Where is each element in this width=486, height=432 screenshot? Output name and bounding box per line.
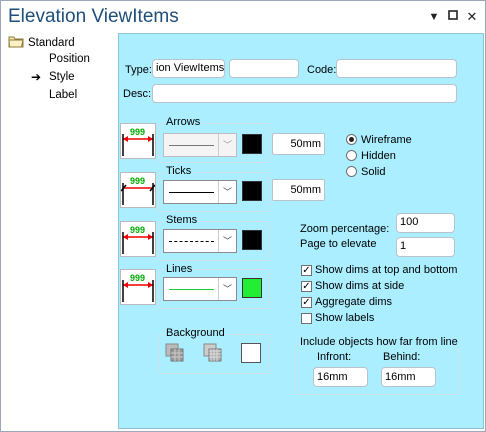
behind-label: Behind: [383,351,421,363]
page-input[interactable]: 1 [396,237,455,257]
window-title: Elevation ViewItems [8,6,179,27]
arrows-style-dropdown[interactable]: ﹀ [163,133,237,157]
code-input[interactable] [336,59,457,78]
lines-color-swatch[interactable] [242,278,262,298]
tree-view: Standard Position ➔ Style Label [2,33,116,429]
show-labels-label: Show labels [315,312,375,324]
checkbox-dims-side[interactable]: ✓ [301,281,312,292]
type-secondary-input[interactable] [229,59,299,78]
chevron-down-icon: ﹀ [218,230,236,252]
radio-wireframe[interactable] [346,134,357,145]
close-icon[interactable]: ✕ [465,10,479,24]
desc-label: Desc: [123,88,152,100]
include-group-title: Include objects how far from line [298,336,460,348]
tree-root-standard[interactable]: Standard [8,35,75,51]
type-input[interactable]: ion ViewItems [152,59,225,78]
infront-input[interactable]: 16mm [313,367,368,387]
background-pattern-icon[interactable] [165,343,185,363]
behind-input[interactable]: 16mm [381,367,436,387]
background-color-swatch[interactable] [241,343,261,363]
title-bar: Elevation ViewItems ▼ ✕ [1,1,484,33]
page-label: Page to elevate [300,238,377,250]
chevron-down-icon: ﹀ [218,134,236,156]
folder-icon [8,35,24,51]
ticks-preview-text: 999 [130,176,145,186]
dims-side-label: Show dims at side [315,280,405,292]
infront-label: Infront: [317,351,352,363]
tree-root-label: Standard [28,37,75,49]
code-label: Code: [307,64,337,76]
lines-preview: 999 [120,269,156,305]
stems-color-swatch[interactable] [242,230,262,250]
arrows-size-input[interactable]: 50mm [272,133,325,155]
arrows-color-swatch[interactable] [242,134,262,154]
stems-group-title: Stems [164,214,200,226]
zoom-label: Zoom percentage: [300,223,390,235]
dims-top-bottom-label: Show dims at top and bottom [315,264,458,276]
ticks-color-swatch[interactable] [242,181,262,201]
desc-input[interactable] [152,84,457,103]
tree-item-position[interactable]: Position [49,53,90,65]
zoom-input[interactable]: 100 [396,213,455,233]
radio-solid[interactable] [346,166,357,177]
checkbox-show-labels[interactable] [301,313,312,324]
aggregate-dims-label: Aggregate dims [315,296,393,308]
wireframe-label: Wireframe [361,134,412,146]
arrows-preview: 999 [120,123,156,159]
current-arrow-icon: ➔ [31,70,42,84]
lines-style-dropdown[interactable]: ﹀ [163,277,237,301]
arrows-group-title: Arrows [164,116,203,128]
solid-label: Solid [361,166,386,178]
background-hatch-icon[interactable] [203,343,223,363]
checkbox-aggregate-dims[interactable]: ✓ [301,297,312,308]
lines-group-title: Lines [164,263,195,275]
background-group-title: Background [164,327,227,339]
ticks-group-title: Ticks [164,165,194,177]
type-label: Type: [125,64,152,76]
ticks-preview: 999 [120,172,156,208]
arrows-preview-text: 999 [130,127,145,137]
stems-style-dropdown[interactable]: ﹀ [163,229,237,253]
ticks-style-dropdown[interactable]: ﹀ [163,180,237,204]
tree-item-label[interactable]: Label [49,89,77,101]
tree-item-style[interactable]: Style [49,71,75,83]
ticks-size-input[interactable]: 50mm [272,179,325,201]
chevron-down-icon: ﹀ [218,181,236,203]
dropdown-icon[interactable]: ▼ [427,10,441,24]
chevron-down-icon: ﹀ [218,278,236,300]
stems-preview: 999 [120,221,156,257]
hidden-label: Hidden [361,150,396,162]
lines-preview-text: 999 [130,273,145,283]
stems-preview-text: 999 [130,225,145,235]
radio-hidden[interactable] [346,150,357,161]
checkbox-dims-top-bottom[interactable]: ✓ [301,265,312,276]
maximize-icon[interactable] [446,10,460,24]
